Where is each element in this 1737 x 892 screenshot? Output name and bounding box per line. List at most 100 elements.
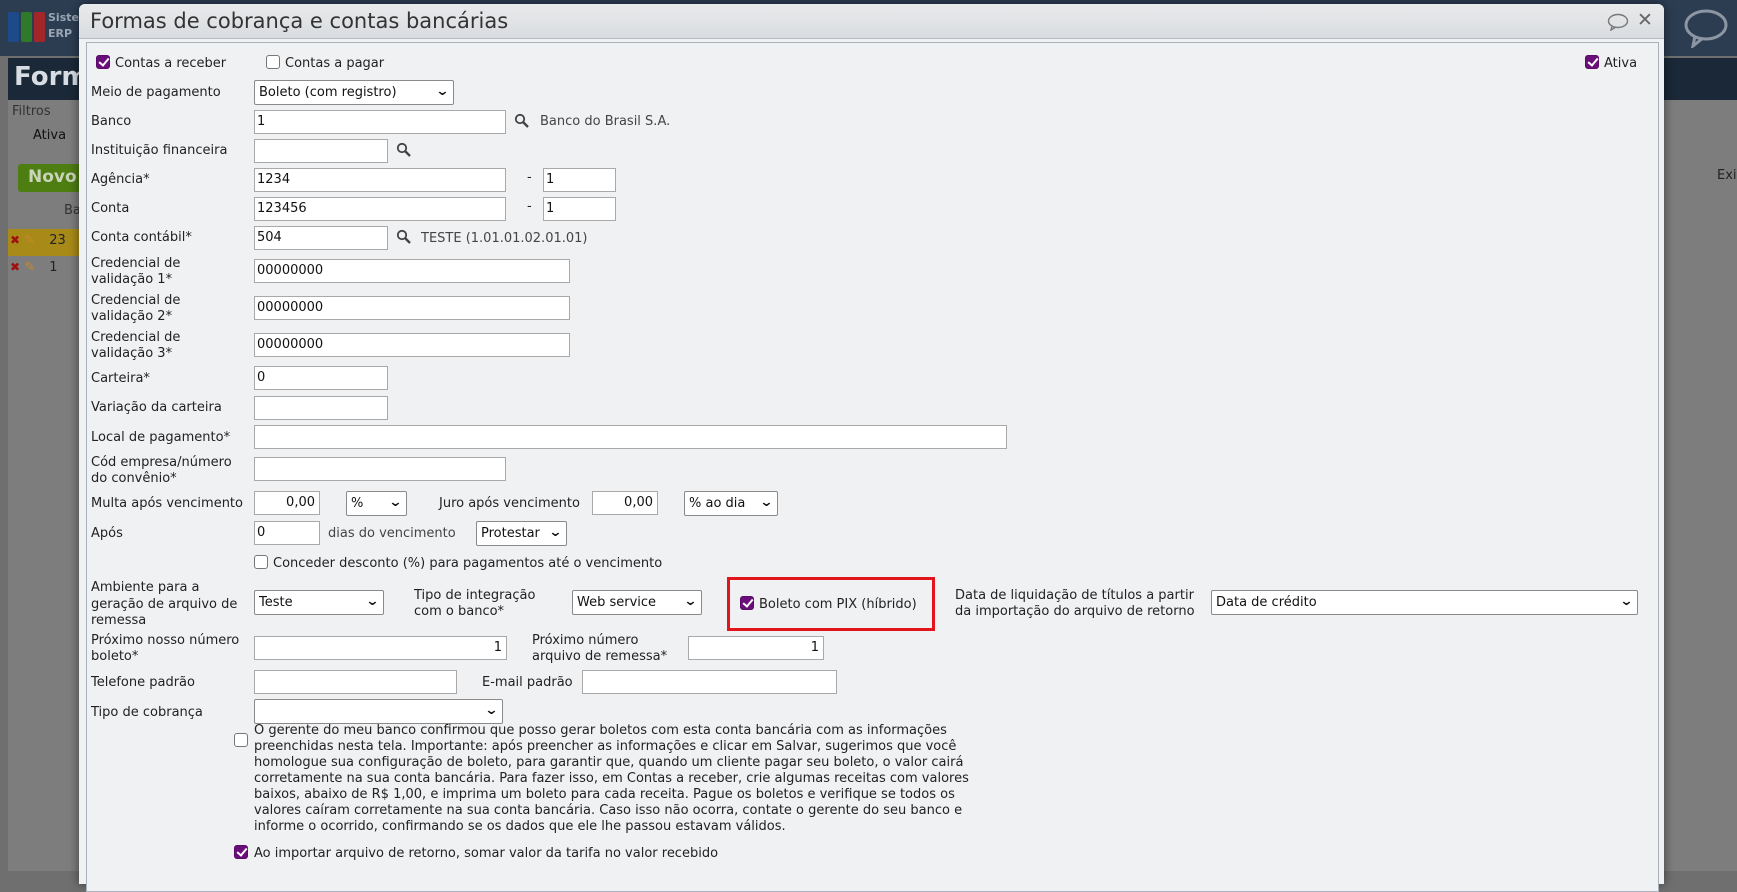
banco-label: Banco [91, 114, 132, 129]
conta-digit-input[interactable]: 1 [543, 197, 616, 221]
label-line: da importação do arquivo de retorno [955, 604, 1195, 619]
cred1-label: Credencial de validação 1* [91, 256, 180, 288]
local-pagamento-input[interactable] [254, 425, 1007, 449]
export-link[interactable]: Exi [1717, 168, 1737, 183]
label-line: Credencial de [91, 293, 181, 308]
separator: - [527, 199, 532, 214]
agencia-input[interactable]: 1234 [254, 168, 506, 192]
pix-label: Boleto com PIX (híbrido) [759, 597, 917, 612]
carteira-label: Carteira* [91, 371, 150, 386]
label-line: Ambiente para a [91, 580, 200, 595]
label-line: Próximo número [532, 633, 639, 648]
chevron-down-icon: ⌄ [435, 84, 450, 99]
cred2-label: Credencial de validação 2* [91, 293, 180, 325]
pix-checkbox[interactable] [740, 596, 754, 610]
contas-receber-label: Contas a receber [115, 56, 227, 71]
juro-input[interactable]: 0,00 [592, 491, 658, 515]
comment-icon[interactable] [1607, 13, 1629, 31]
conta-input[interactable]: 123456 [254, 197, 506, 221]
chevron-down-icon: ⌄ [683, 594, 698, 609]
ambiente-label: Ambiente para a geração de arquivo de reme… [91, 580, 237, 630]
edit-icon[interactable]: ✎ [24, 260, 35, 275]
cod-empresa-label: Cód empresa/número do convênio* [91, 455, 232, 487]
telefone-input[interactable] [254, 670, 457, 694]
close-icon[interactable]: ✕ [1637, 9, 1653, 31]
delete-icon[interactable]: ✖ [10, 233, 20, 247]
select-value: Web service [577, 595, 657, 610]
table-row[interactable]: ✖ ✎ 1 [10, 260, 58, 275]
nosso-numero-label: Próximo nosso número boleto* [91, 633, 239, 665]
delete-icon[interactable]: ✖ [10, 260, 20, 274]
confirmacao-checkbox[interactable] [234, 733, 248, 747]
apos-action-select[interactable]: Protestar ⌄ [476, 521, 567, 546]
tipo-cobranca-select[interactable]: ⌄ [254, 699, 503, 724]
label-line: validação 1* [91, 272, 173, 287]
integracao-select[interactable]: Web service ⌄ [572, 590, 702, 615]
app-logo [8, 12, 48, 42]
liquidacao-select[interactable]: Data de crédito ⌄ [1211, 590, 1638, 615]
instituicao-input[interactable] [254, 139, 388, 163]
label-line: validação 3* [91, 346, 173, 361]
contas-receber-checkbox[interactable] [96, 55, 110, 69]
label-line: Credencial de [91, 256, 181, 271]
contas-pagar-checkbox[interactable] [266, 55, 280, 69]
multa-input[interactable]: 0,00 [254, 491, 320, 515]
juro-unit-select[interactable]: % ao dia ⌄ [684, 491, 778, 516]
filter-active-label: Ativa [33, 128, 67, 143]
label-line: Próximo nosso número [91, 633, 240, 648]
search-icon[interactable] [396, 142, 412, 158]
carteira-input[interactable]: 0 [254, 366, 388, 390]
label-line: Credencial de [91, 330, 181, 345]
email-input[interactable] [582, 670, 837, 694]
meio-pagamento-select[interactable]: Boleto (com registro) ⌄ [254, 80, 454, 105]
ativa-checkbox[interactable] [1585, 55, 1599, 69]
label-line: Tipo de integração [414, 588, 536, 603]
tarifa-label: Ao importar arquivo de retorno, somar va… [254, 846, 719, 861]
chevron-down-icon: ⌄ [365, 594, 380, 609]
select-value: % [351, 496, 364, 511]
select-value: % ao dia [689, 496, 746, 511]
confirmacao-text: O gerente do meu banco confirmou que pos… [254, 723, 969, 834]
variacao-input[interactable] [254, 396, 388, 420]
separator: - [527, 170, 532, 185]
row-value: 23 [49, 233, 66, 248]
chat-icon[interactable] [1683, 8, 1729, 48]
chevron-down-icon: ⌄ [484, 703, 499, 718]
filters-label: Filtros [12, 104, 51, 119]
conta-contabil-input[interactable]: 504 [254, 226, 388, 250]
cred3-label: Credencial de validação 3* [91, 330, 180, 362]
apos-suffix: dias do vencimento [328, 526, 456, 541]
table-row[interactable]: ✖ ✎ 23 [10, 233, 66, 248]
num-remessa-input[interactable]: 1 [688, 636, 824, 660]
agencia-label: Agência* [91, 172, 150, 187]
label-line: Data de liquidação de títulos a partir [955, 588, 1194, 603]
multa-unit-select[interactable]: % ⌄ [346, 491, 407, 516]
cred3-input[interactable]: 00000000 [254, 333, 570, 357]
edit-icon[interactable]: ✎ [24, 233, 35, 248]
label-line: boleto* [91, 649, 139, 664]
ambiente-select[interactable]: Teste ⌄ [254, 590, 384, 615]
chevron-down-icon: ⌄ [548, 525, 563, 540]
local-pagamento-label: Local de pagamento* [91, 430, 231, 445]
chevron-down-icon: ⌄ [388, 495, 403, 510]
banco-input[interactable]: 1 [254, 110, 506, 134]
label-line: remessa [91, 613, 147, 628]
label-line: com o banco* [414, 604, 505, 619]
conta-contabil-name: TESTE (1.01.01.02.01.01) [421, 231, 588, 246]
desconto-checkbox[interactable] [254, 555, 268, 569]
search-icon[interactable] [514, 113, 530, 129]
agencia-digit-input[interactable]: 1 [543, 168, 616, 192]
cod-empresa-input[interactable] [254, 457, 506, 481]
telefone-label: Telefone padrão [91, 675, 195, 690]
apos-input[interactable]: 0 [254, 521, 320, 545]
search-icon[interactable] [396, 229, 412, 245]
cred2-input[interactable]: 00000000 [254, 296, 570, 320]
tarifa-checkbox[interactable] [234, 845, 248, 859]
multa-label: Multa após vencimento [91, 496, 243, 511]
cred1-input[interactable]: 00000000 [254, 259, 570, 283]
contas-pagar-label: Contas a pagar [285, 56, 385, 71]
nosso-numero-input[interactable]: 1 [254, 636, 507, 660]
meio-pagamento-label: Meio de pagamento [91, 85, 221, 100]
conta-label: Conta [91, 201, 130, 216]
conta-contabil-label: Conta contábil* [91, 230, 192, 245]
